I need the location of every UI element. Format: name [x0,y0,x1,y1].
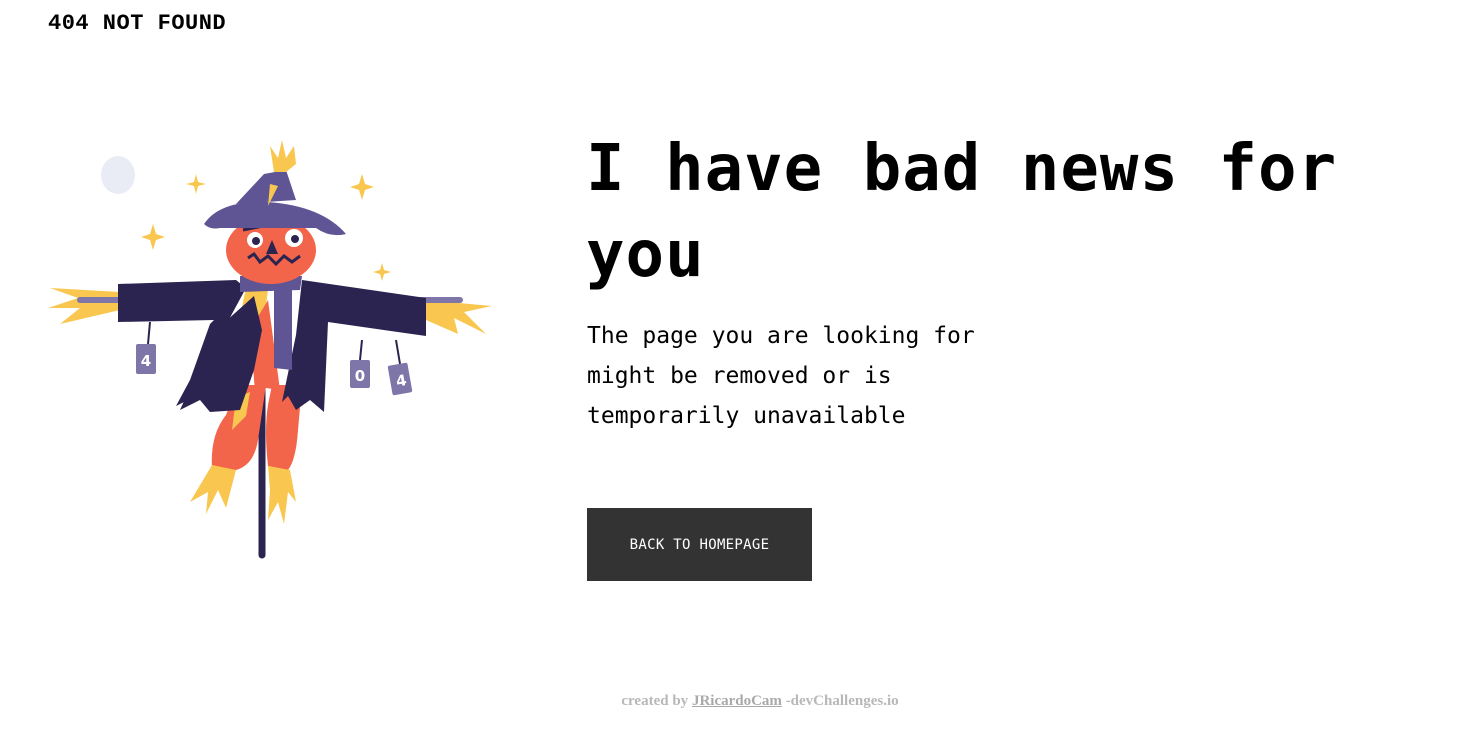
author-link[interactable]: JRicardoCam [692,693,782,709]
footer-suffix: -devChallenges.io [785,693,899,709]
moon-icon [101,156,135,194]
footer-prefix: created by [621,693,689,709]
page-heading: I have bad news for you [586,132,1338,292]
page-subtitle: The page you are looking for might be re… [587,323,975,429]
back-to-homepage-button[interactable]: BACK TO HOMEPAGE [587,508,812,581]
can-label-2: 0 [355,367,365,385]
site-logo[interactable]: 404 NOT FOUND [48,10,226,38]
hat-icon [204,140,346,236]
footer-credit: created by JRicardoCam -devChallenges.io [0,693,1477,710]
scarecrow-illustration: 4 0 4 [40,130,510,570]
can-label-1: 4 [141,352,151,370]
